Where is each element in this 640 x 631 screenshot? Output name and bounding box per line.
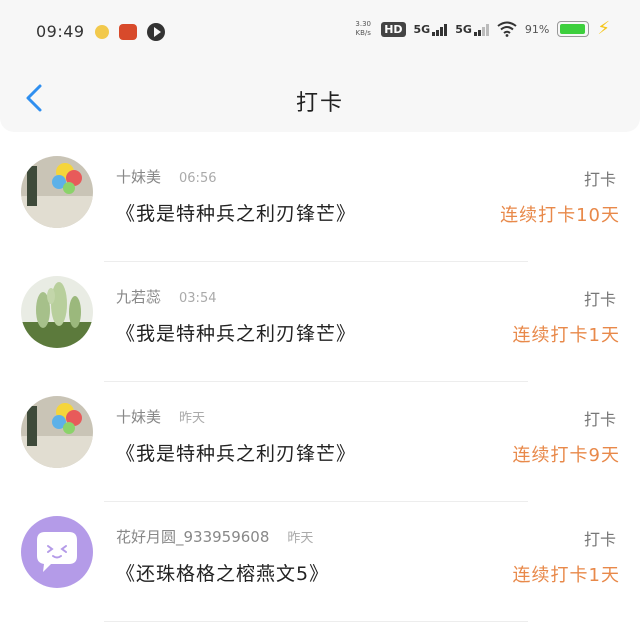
work-title: 《还珠格格之榕燕文5》	[116, 563, 330, 585]
list-item[interactable]: 十妹美 昨天 《我是特种兵之利刃锋芒》 打卡 连续打卡9天	[0, 382, 640, 502]
list-item[interactable]: 十妹美 06:56 《我是特种兵之利刃锋芒》 打卡 连续打卡10天	[0, 142, 640, 262]
status-bar: 09:49 3.30 KB/s HD 5G 5G 91% ⚡	[0, 0, 640, 68]
hd-badge: HD	[381, 21, 406, 37]
status-left: 09:49	[36, 22, 165, 41]
checkin-label: 打卡	[583, 530, 616, 549]
battery-icon	[557, 21, 590, 37]
streak-label: 连续打卡10天	[500, 205, 620, 226]
user-name[interactable]: 十妹美	[116, 166, 161, 187]
user-name[interactable]: 九若蕊	[116, 286, 161, 307]
status-right: 3.30 KB/s HD 5G 5G 91% ⚡	[353, 20, 610, 38]
charging-icon: ⚡	[597, 18, 610, 39]
signal-2-label: 5G	[455, 22, 472, 36]
streak-label: 连续打卡9天	[512, 445, 620, 466]
page-title: 打卡	[295, 91, 344, 116]
status-time: 09:49	[36, 22, 85, 41]
network-speed-unit: KB/s	[355, 29, 371, 37]
work-title: 《我是特种兵之利刃锋芒》	[116, 323, 357, 345]
checkin-label: 打卡	[583, 410, 616, 429]
network-speed: 3.30 KB/s	[353, 20, 373, 38]
checkin-label: 打卡	[583, 170, 616, 189]
avatar[interactable]	[21, 276, 93, 348]
header: 打卡	[0, 68, 640, 132]
divider	[104, 621, 528, 622]
avatar[interactable]	[21, 156, 93, 228]
list-item[interactable]: 九若蕊 03:54 《我是特种兵之利刃锋芒》 打卡 连续打卡1天	[0, 262, 640, 382]
item-meta: 十妹美 06:56	[116, 166, 216, 187]
streak-label: 连续打卡1天	[512, 325, 620, 346]
checkin-label: 打卡	[583, 290, 616, 309]
checkin-time: 03:54	[179, 291, 217, 306]
wifi-icon	[497, 21, 517, 37]
network-speed-value: 3.30	[355, 20, 371, 28]
shopping-app-icon	[118, 23, 137, 40]
user-name[interactable]: 花好月圆_933959608	[116, 526, 269, 547]
item-meta: 花好月圆_933959608 昨天	[116, 526, 313, 547]
checkin-list: 十妹美 06:56 《我是特种兵之利刃锋芒》 打卡 连续打卡10天 九若蕊 03…	[0, 142, 640, 622]
signal-bars-icon	[432, 23, 448, 36]
work-title: 《我是特种兵之利刃锋芒》	[116, 203, 357, 225]
user-name[interactable]: 十妹美	[116, 406, 161, 427]
signal-1-label: 5G	[413, 22, 431, 36]
play-app-icon	[146, 22, 165, 41]
streak-label: 连续打卡1天	[512, 565, 620, 586]
checkin-time: 昨天	[287, 531, 314, 546]
item-meta: 九若蕊 03:54	[116, 286, 216, 307]
checkin-time: 06:56	[179, 171, 217, 186]
battery-percent: 91%	[524, 22, 550, 36]
avatar[interactable]	[21, 396, 93, 468]
signal-bars-icon	[473, 23, 489, 36]
signal-2: 5G	[455, 23, 489, 36]
work-title: 《我是特种兵之利刃锋芒》	[116, 443, 357, 465]
signal-1: 5G	[414, 23, 448, 36]
list-item[interactable]: 花好月圆_933959608 昨天 《还珠格格之榕燕文5》 打卡 连续打卡1天	[0, 502, 640, 622]
avatar[interactable]	[21, 516, 93, 588]
item-meta: 十妹美 昨天	[116, 406, 205, 427]
chat-app-icon	[94, 24, 109, 39]
checkin-time: 昨天	[179, 411, 206, 426]
